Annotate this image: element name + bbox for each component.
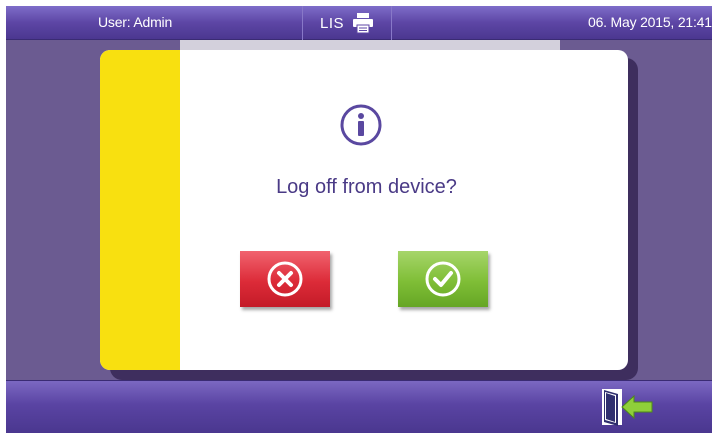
- bottom-toolbar: [6, 380, 712, 433]
- background-panel-strip: [180, 40, 560, 50]
- logoff-confirm-dialog: Log off from device?: [100, 50, 628, 370]
- lis-label[interactable]: LIS: [320, 15, 344, 32]
- confirm-button[interactable]: [398, 251, 488, 307]
- top-status-bar: User: Admin LIS 06. May 2015, 21:41: [6, 6, 712, 40]
- cancel-button[interactable]: [240, 251, 330, 307]
- printer-icon[interactable]: [352, 12, 374, 34]
- current-user-label: User: Admin: [98, 14, 173, 30]
- cancel-x-icon: [267, 261, 303, 297]
- confirm-check-icon: [425, 261, 461, 297]
- logout-door-icon[interactable]: [596, 386, 660, 428]
- dialog-accent-bar: [100, 50, 180, 370]
- dialog-message: Log off from device?: [276, 176, 457, 198]
- date-time-display: 06. May 2015, 21:41: [588, 14, 712, 30]
- lis-printer-group: LIS: [302, 6, 392, 40]
- info-icon: [340, 104, 382, 146]
